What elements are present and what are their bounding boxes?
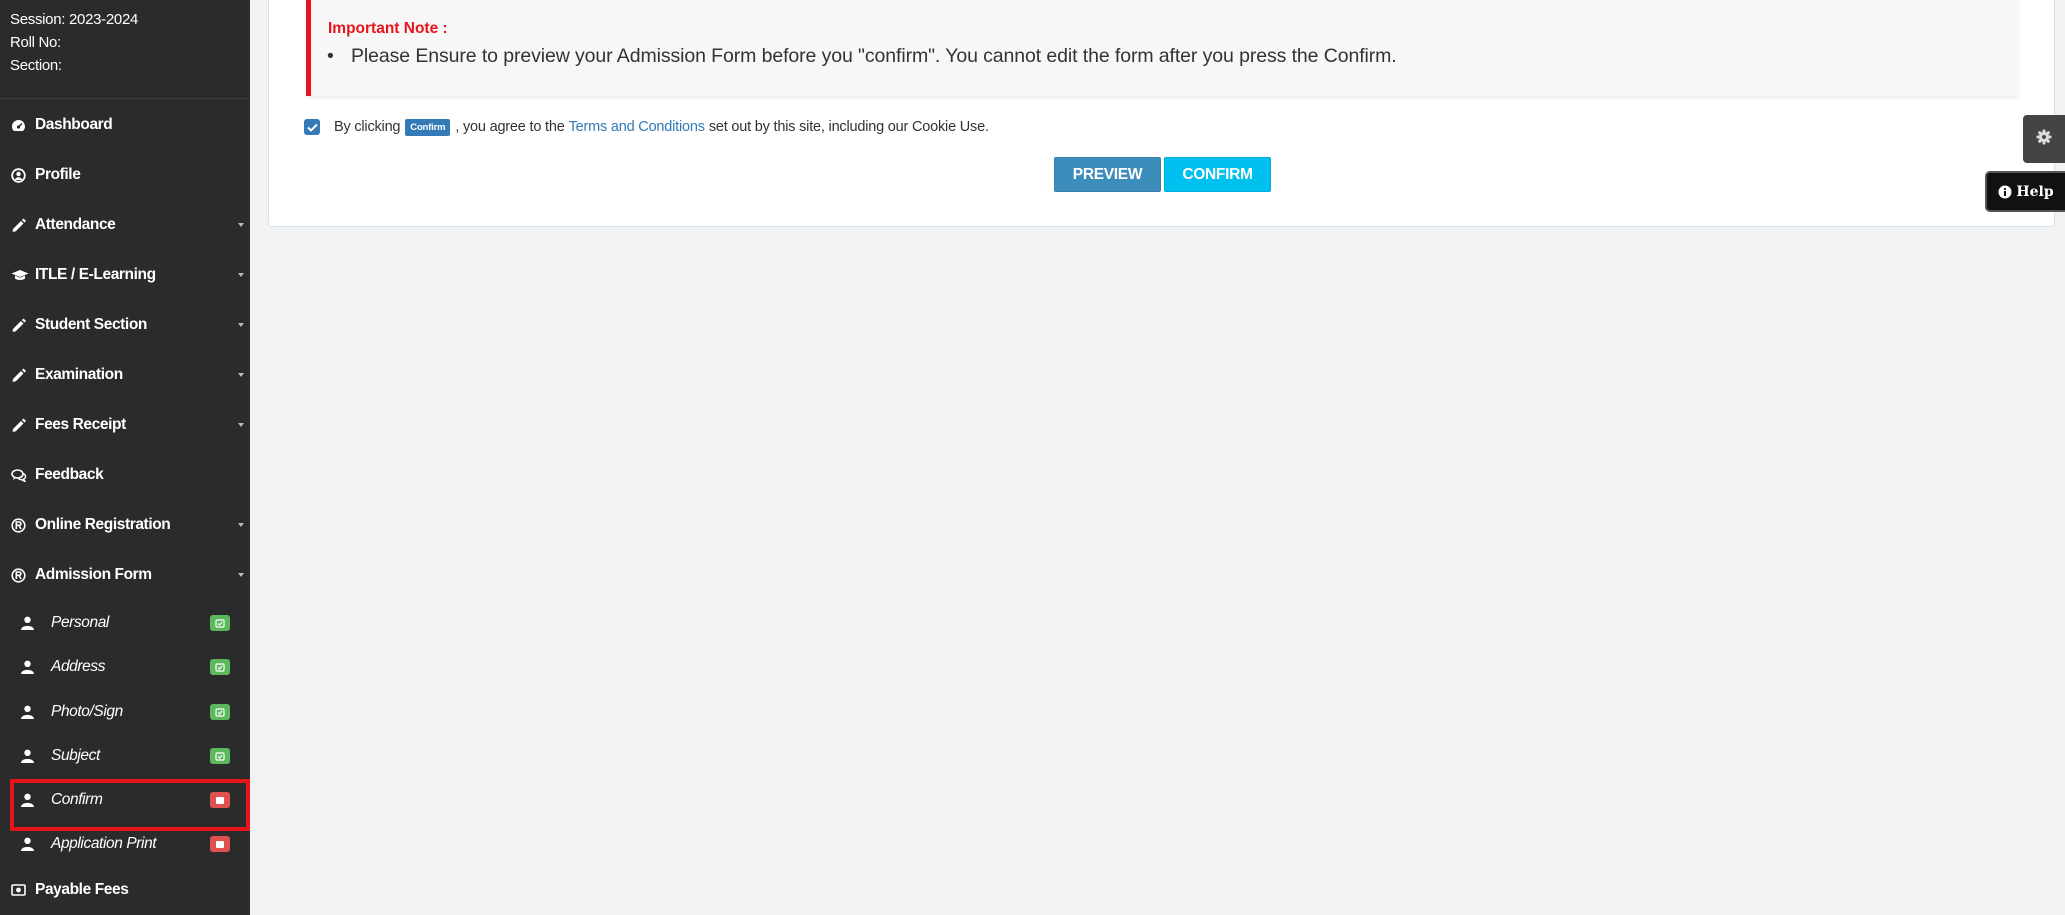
sidebar-item-admission-form[interactable]: Admission Form [0,550,250,600]
terms-link[interactable]: Terms and Conditions [569,119,705,135]
sidebar-subitem-label: Application Print [51,835,157,852]
sidebar-item-itle-e-learning[interactable]: ITLE / E-Learning [0,250,250,300]
pencil-icon [11,418,30,432]
confirm-button[interactable]: CONFIRM [1164,157,1271,192]
sidebar-subitem-confirm[interactable]: Confirm [0,778,250,822]
status-badge-complete [210,659,230,675]
pencil-icon [11,318,30,332]
money-icon [11,884,30,896]
sidebar-item-feedback[interactable]: Feedback [0,450,250,500]
sidebar-item-label: Payable Fees [35,881,129,898]
user-icon [21,749,37,763]
gear-icon [2036,129,2052,150]
user-icon [21,616,37,630]
preview-button[interactable]: PREVIEW [1054,157,1161,192]
info-circle-icon [1998,185,2012,199]
sidebar-subitem-label: Photo/Sign [51,703,123,720]
caret-down-icon [238,323,244,327]
status-badge-incomplete [210,836,230,852]
caret-down-icon [238,523,244,527]
comments-icon [11,468,30,482]
sidebar-item-profile[interactable]: Profile [0,150,250,200]
caret-down-icon [238,423,244,427]
important-note: Important Note : Please Ensure to previe… [306,0,2019,96]
note-text: Please Ensure to preview your Admission … [327,45,1397,68]
sidebar-item-fees-receipt[interactable]: Fees Receipt [0,400,250,450]
caret-down-icon [238,373,244,377]
sidebar-item-label: ITLE / E-Learning [35,266,156,283]
sidebar-subitem-address[interactable]: Address [0,645,250,689]
agree-suffix: set out by this site, including our Cook… [708,119,989,135]
sidebar-subitem-personal[interactable]: Personal [0,601,250,645]
agree-middle: , you agree to the [455,119,565,135]
registered-icon [11,567,30,583]
confirm-inline-badge: Confirm [405,118,451,136]
note-title: Important Note : [328,20,448,37]
sidebar-subitem-subject[interactable]: Subject [0,734,250,778]
dashboard-icon [11,119,30,132]
sidebar-subitem-label: Subject [51,747,100,764]
sidebar-item-online-registration[interactable]: Online Registration [0,500,250,550]
pencil-icon [11,218,30,232]
session-label: Session: 2023-2024 [10,11,139,28]
help-button[interactable]: Help [1985,171,2065,212]
status-badge-complete [210,704,230,720]
caret-down-icon [238,573,244,577]
sidebar-item-label: Fees Receipt [35,416,126,433]
agree-checkbox[interactable] [304,119,320,135]
status-badge-complete [210,615,230,631]
caret-down-icon [238,223,244,227]
student-info: Session: 2023-2024 Roll No: Section: [0,0,250,77]
user-circle-icon [11,167,30,183]
status-badge-complete [210,748,230,764]
sidebar-item-label: Examination [35,366,123,383]
sidebar-subitem-label: Confirm [51,791,103,808]
sidebar-item-label: Feedback [35,466,104,483]
user-icon [21,660,37,674]
status-badge-incomplete [210,792,230,808]
sidebar-subitem-label: Personal [51,614,109,631]
sidebar-item-examination[interactable]: Examination [0,350,250,400]
confirm-panel: Important Note : Please Ensure to previe… [268,0,2055,227]
graduation-cap-icon [11,269,30,282]
sidebar-item-label: Attendance [35,216,116,233]
sidebar-item-student-section[interactable]: Student Section [0,300,250,350]
caret-down-icon [238,273,244,277]
section-label: Section: [10,57,62,74]
user-icon [21,705,37,719]
settings-button[interactable] [2023,115,2065,163]
user-icon [21,793,37,807]
sidebar-subitem-photo-sign[interactable]: Photo/Sign [0,690,250,734]
sidebar-item-label: Dashboard [35,116,113,133]
sidebar-divider [0,98,250,99]
sidebar: Session: 2023-2024 Roll No: Section: Das… [0,0,250,915]
sidebar-item-payable-fees[interactable]: Payable Fees [0,865,250,915]
sidebar-item-label: Student Section [35,316,147,333]
sidebar-item-attendance[interactable]: Attendance [0,200,250,250]
help-label: Help [2016,183,2054,200]
sidebar-subitem-application-print[interactable]: Application Print [0,822,250,866]
pencil-icon [11,368,30,382]
sidebar-item-label: Admission Form [35,566,152,583]
sidebar-item-label: Profile [35,166,81,183]
registered-icon [11,517,30,533]
agree-prefix: By clicking [334,119,401,135]
roll-no-label: Roll No: [10,34,61,51]
sidebar-item-label: Online Registration [35,516,171,533]
sidebar-item-dashboard[interactable]: Dashboard [0,100,250,150]
sidebar-subitem-label: Address [51,658,106,675]
agree-terms: By clicking Confirm , you agree to the T… [304,117,989,137]
user-icon [21,837,37,851]
